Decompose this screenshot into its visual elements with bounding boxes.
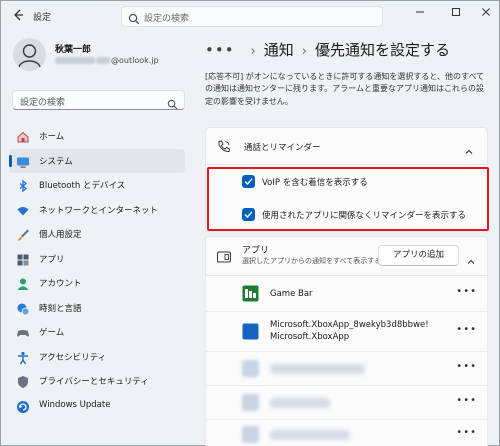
gamepad-icon bbox=[16, 325, 30, 339]
avatar[interactable] bbox=[13, 38, 46, 71]
apps-title: アプリ bbox=[242, 246, 270, 256]
sidebar-item-apps[interactable]: アプリ bbox=[9, 247, 185, 272]
close-button[interactable] bbox=[475, 5, 497, 25]
breadcrumb-more[interactable]: ••• bbox=[205, 41, 235, 59]
blurred-app-icon bbox=[242, 360, 259, 377]
blurred-app-icon bbox=[242, 394, 259, 411]
chevron-up-icon[interactable] bbox=[464, 142, 474, 154]
phone-bell-icon bbox=[216, 139, 232, 155]
option-voip-calls[interactable]: VoIP を含む着信を表示する bbox=[205, 165, 488, 198]
monitor-icon bbox=[16, 154, 30, 168]
blurred-app-name bbox=[270, 364, 365, 374]
sidebar-item-gaming[interactable]: ゲーム bbox=[9, 320, 185, 345]
title-bar: 設定 設定の検索 bbox=[1, 1, 500, 33]
apps-icon bbox=[16, 252, 30, 266]
gamebar-icon bbox=[242, 285, 259, 302]
search-icon bbox=[167, 95, 178, 110]
search-icon bbox=[128, 10, 140, 25]
app-name: Microsoft.XboxApp_8wekyb3d8bbwe! Microsof… bbox=[270, 320, 429, 342]
app-name: Game Bar bbox=[270, 289, 313, 299]
sidebar-item-home[interactable]: ホーム bbox=[9, 124, 185, 149]
more-options-button[interactable]: ••• bbox=[456, 427, 477, 438]
app-title: 設定 bbox=[33, 13, 52, 23]
xbox-app-icon bbox=[242, 323, 259, 340]
update-icon bbox=[16, 399, 30, 413]
more-options-button[interactable]: ••• bbox=[456, 286, 477, 297]
page-title: 優先通知を設定する bbox=[314, 41, 450, 59]
user-email: @outlook.jp bbox=[55, 56, 159, 65]
shield-icon bbox=[16, 374, 30, 388]
sidebar-item-accounts[interactable]: アカウント bbox=[9, 271, 185, 296]
wifi-icon bbox=[16, 203, 30, 217]
back-arrow-icon[interactable] bbox=[9, 8, 27, 26]
reminders-checkbox[interactable] bbox=[242, 208, 255, 221]
apps-subtitle: 選択したアプリからの通知をすべて表示する bbox=[242, 257, 382, 265]
breadcrumb: ••• › 通知 › 優先通知を設定する bbox=[205, 39, 450, 60]
blurred-app-icon bbox=[242, 426, 259, 443]
more-options-button[interactable]: ••• bbox=[456, 324, 477, 335]
app-window-icon bbox=[216, 249, 232, 265]
bluetooth-icon bbox=[16, 178, 30, 193]
home-icon bbox=[16, 129, 30, 143]
app-row-blurred: ••• bbox=[205, 386, 488, 420]
account-icon bbox=[16, 276, 30, 290]
app-row-blurred: ••• bbox=[205, 420, 488, 446]
top-search-input[interactable]: 設定の検索 bbox=[121, 6, 383, 27]
more-options-button[interactable]: ••• bbox=[456, 361, 477, 372]
accessibility-icon bbox=[16, 350, 30, 364]
reminders-label: 使用されたアプリに関係なくリマインダーを表示する bbox=[262, 211, 467, 221]
maximize-button[interactable] bbox=[445, 5, 467, 25]
sidebar-item-bluetooth[interactable]: Bluetooth とデバイス bbox=[9, 173, 185, 198]
breadcrumb-chevron-icon: › bbox=[250, 44, 256, 59]
more-options-button[interactable]: ••• bbox=[456, 395, 477, 406]
option-reminders[interactable]: 使用されたアプリに関係なくリマインダーを表示する bbox=[205, 198, 488, 232]
app-row-blurred: ••• bbox=[205, 352, 488, 386]
sidebar-search-input[interactable]: 設定の検索 bbox=[12, 90, 185, 110]
apps-header[interactable]: アプリ 選択したアプリからの通知をすべて表示する アプリの追加 bbox=[205, 236, 488, 276]
sidebar-item-network[interactable]: ネットワークとインターネット bbox=[9, 198, 185, 223]
settings-window: 設定 設定の検索 秋葉一郎 @outlook.jp 設定の検索 ホーム システム… bbox=[0, 0, 500, 446]
minimize-button[interactable] bbox=[409, 5, 431, 25]
sidebar-item-accessibility[interactable]: アクセシビリティ bbox=[9, 345, 185, 370]
voip-checkbox[interactable] bbox=[242, 175, 255, 188]
sidebar-item-personalization[interactable]: 個人用設定 bbox=[9, 222, 185, 247]
breadcrumb-parent[interactable]: 通知 bbox=[264, 41, 294, 59]
chevron-up-icon[interactable] bbox=[466, 252, 476, 264]
sidebar-item-time-language[interactable]: 時刻と言語 bbox=[9, 296, 185, 321]
calls-reminders-header[interactable]: 通話とリマインダー bbox=[205, 127, 488, 165]
sidebar-item-privacy[interactable]: プライバシーとセキュリティ bbox=[9, 369, 185, 394]
blurred-app-name bbox=[270, 430, 350, 440]
active-indicator bbox=[9, 154, 12, 167]
clock-globe-icon bbox=[16, 301, 30, 315]
voip-label: VoIP を含む着信を表示する bbox=[262, 178, 368, 188]
sidebar-nav: ホーム システム Bluetooth とデバイス ネットワークとインターネット … bbox=[9, 124, 185, 418]
app-row-game-bar: Game Bar ••• bbox=[205, 276, 488, 312]
blurred-app-name bbox=[270, 398, 330, 408]
page-description: [応答不可] がオンになっているときに許可する通知を選択すると、他のすべての通知… bbox=[205, 72, 485, 106]
app-row-xbox: Microsoft.XboxApp_8wekyb3d8bbwe! Microsof… bbox=[205, 312, 488, 352]
add-app-button[interactable]: アプリの追加 bbox=[378, 245, 459, 266]
sidebar-item-windows-update[interactable]: Windows Update bbox=[9, 394, 185, 419]
sidebar-item-system[interactable]: システム bbox=[9, 148, 185, 173]
calls-reminders-title: 通話とリマインダー bbox=[244, 143, 321, 153]
top-search-placeholder: 設定の検索 bbox=[144, 14, 190, 24]
sidebar-search-placeholder: 設定の検索 bbox=[20, 98, 66, 108]
user-name: 秋葉一郎 bbox=[55, 45, 92, 55]
brush-icon bbox=[16, 227, 30, 241]
breadcrumb-chevron-icon: › bbox=[301, 44, 307, 59]
